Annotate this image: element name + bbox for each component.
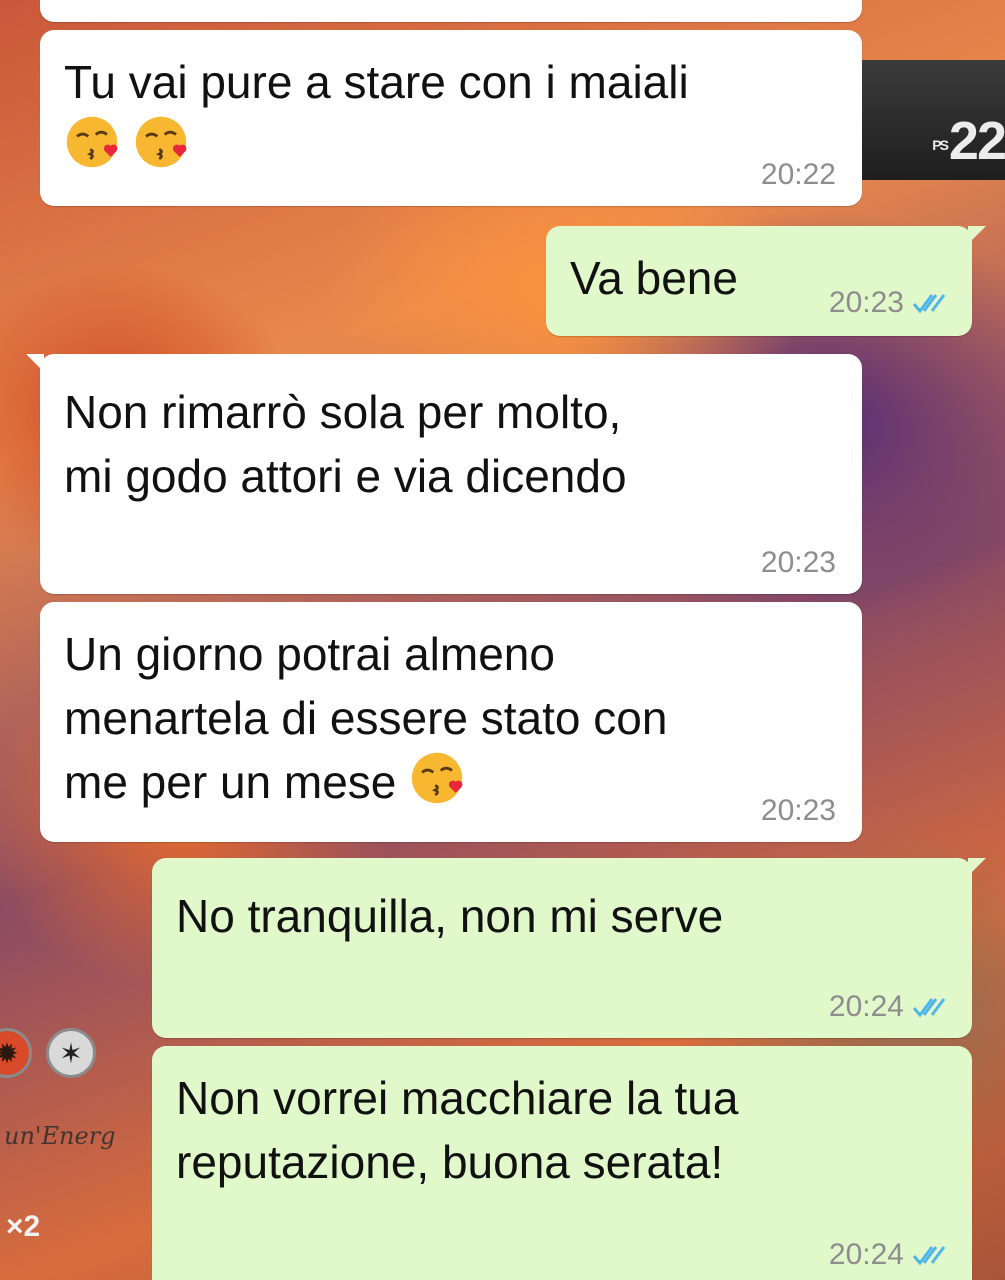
kissing-face-with-heart-icon xyxy=(66,116,118,168)
colorless-energy-icon: ✶ xyxy=(46,1028,96,1078)
message-time: 20:24 xyxy=(828,990,904,1023)
message-meta: 20:23 xyxy=(829,288,946,318)
message-bubble-incoming[interactable]: Un giorno potrai almeno menartela di ess… xyxy=(40,602,862,842)
message-time: 20:24 xyxy=(828,1238,904,1271)
message-time: 20:23 xyxy=(760,546,836,579)
message-text: Tu vai pure a stare con i maiali xyxy=(64,56,689,108)
wallpaper-energy-icons: ✹ ✶ xyxy=(0,1020,160,1100)
double-check-read-icon xyxy=(912,1246,946,1266)
message-time: 20:23 xyxy=(760,794,836,827)
message-text: Non rimarrò sola per molto, mi godo atto… xyxy=(64,386,627,502)
wallpaper-hp-label: PS22 xyxy=(932,111,1005,171)
wallpaper-retreat-cost: ×2 xyxy=(6,1210,41,1243)
kissing-face-with-heart-icon xyxy=(135,116,187,168)
message-meta: 20:22 xyxy=(761,160,836,190)
message-bubble-outgoing[interactable]: Va bene 20:23 xyxy=(546,226,986,336)
bubble-tail xyxy=(26,354,44,372)
message-bubble-outgoing[interactable]: No tranquilla, non mi serve 20:24 xyxy=(152,858,986,1038)
message-text: Un giorno potrai almeno menartela di ess… xyxy=(64,628,668,808)
double-check-read-icon xyxy=(912,998,946,1018)
kissing-face-with-heart-icon xyxy=(411,752,463,804)
message-text: Va bene xyxy=(570,252,738,304)
previous-message-bubble[interactable] xyxy=(40,0,862,22)
message-text: Non vorrei macchiare la tua reputazione,… xyxy=(176,1072,739,1188)
message-bubble-outgoing[interactable]: Non vorrei macchiare la tua reputazione,… xyxy=(152,1046,972,1280)
message-bubble-incoming[interactable]: Non rimarrò sola per molto, mi godo atto… xyxy=(26,354,862,594)
message-bubble-incoming[interactable]: Tu vai pure a stare con i maiali 20:22 xyxy=(40,30,862,206)
message-meta: 20:23 xyxy=(761,548,836,578)
bubble-tail xyxy=(968,858,986,876)
message-time: 20:22 xyxy=(760,158,836,191)
message-time: 20:23 xyxy=(828,286,904,319)
message-text: No tranquilla, non mi serve xyxy=(176,890,724,942)
bubble-tail xyxy=(968,226,986,244)
message-meta: 20:24 xyxy=(829,1240,946,1270)
double-check-read-icon xyxy=(912,294,946,314)
wallpaper-energy-text: un'Energ xyxy=(4,1122,116,1150)
message-meta: 20:24 xyxy=(829,992,946,1022)
fire-energy-icon: ✹ xyxy=(0,1028,32,1078)
message-meta: 20:23 xyxy=(761,796,836,826)
